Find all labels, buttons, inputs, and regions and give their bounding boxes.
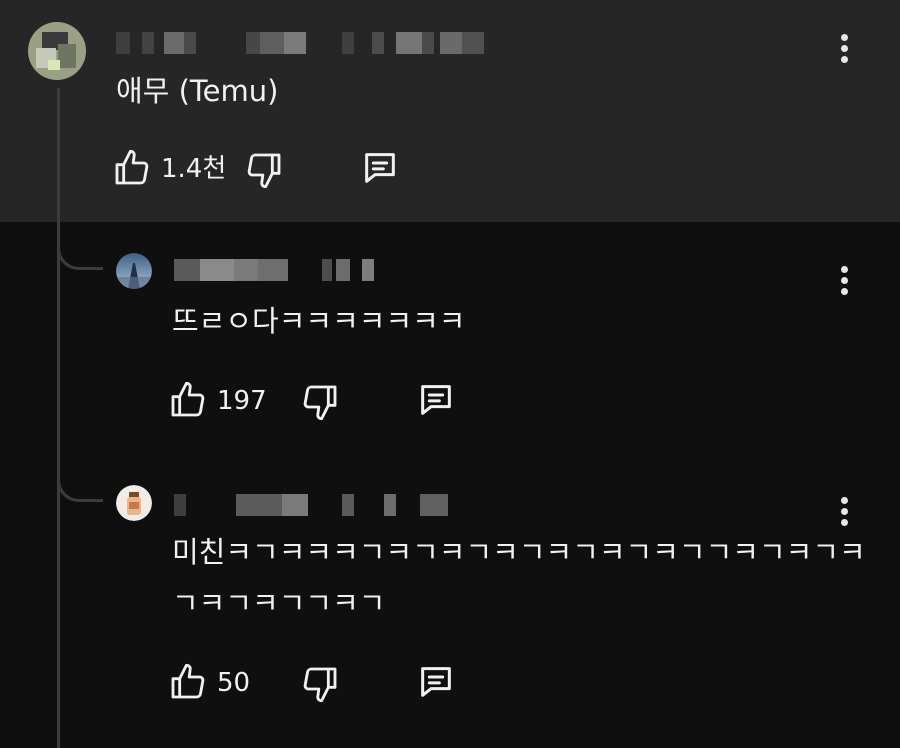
like-count: 197 [217, 386, 267, 416]
reply-icon[interactable] [360, 148, 400, 188]
username-blurred[interactable] [174, 259, 384, 281]
like-count: 1.4천 [161, 154, 227, 184]
thumbs-down-icon[interactable] [300, 382, 340, 422]
more-vertical-icon[interactable] [838, 497, 850, 527]
more-vertical-icon[interactable] [838, 266, 850, 296]
reply-actions: 197 [168, 380, 468, 424]
username-blurred[interactable] [116, 32, 486, 54]
reply-icon[interactable] [416, 380, 456, 420]
reply-actions: 50 [168, 662, 468, 706]
thumbs-down-icon[interactable] [244, 150, 284, 190]
username-blurred[interactable] [174, 494, 460, 516]
reply-text-line-1: 미친ㅋㄱㅋㅋㅋㄱㅋㄱㅋㄱㅋㄱㅋㄱㅋㄱㅋㄱㄱㅋㄱㅋㄱㅋ [172, 535, 866, 569]
avatar[interactable] [116, 485, 152, 521]
thumbs-down-icon[interactable] [300, 664, 340, 704]
comment-text: 애무 (Temu) [116, 74, 279, 108]
thumbs-up-icon[interactable] [112, 148, 152, 188]
avatar[interactable] [116, 253, 152, 289]
reply-icon[interactable] [416, 662, 456, 702]
reply-text: 뜨ㄹㅇ다ㅋㅋㅋㅋㅋㅋㅋ [172, 304, 466, 338]
reply-connector [57, 466, 103, 502]
comment-actions: 1.4천 [112, 148, 412, 192]
like-count: 50 [217, 668, 251, 698]
thread-line [57, 88, 60, 748]
reply-connector [57, 234, 103, 270]
reply-text-line-2: ㄱㅋㄱㅋㄱㄱㅋㄱ [172, 586, 386, 620]
thumbs-up-icon[interactable] [168, 380, 208, 420]
thumbs-up-icon[interactable] [168, 662, 208, 702]
avatar[interactable] [28, 22, 86, 80]
more-vertical-icon[interactable] [838, 34, 850, 64]
